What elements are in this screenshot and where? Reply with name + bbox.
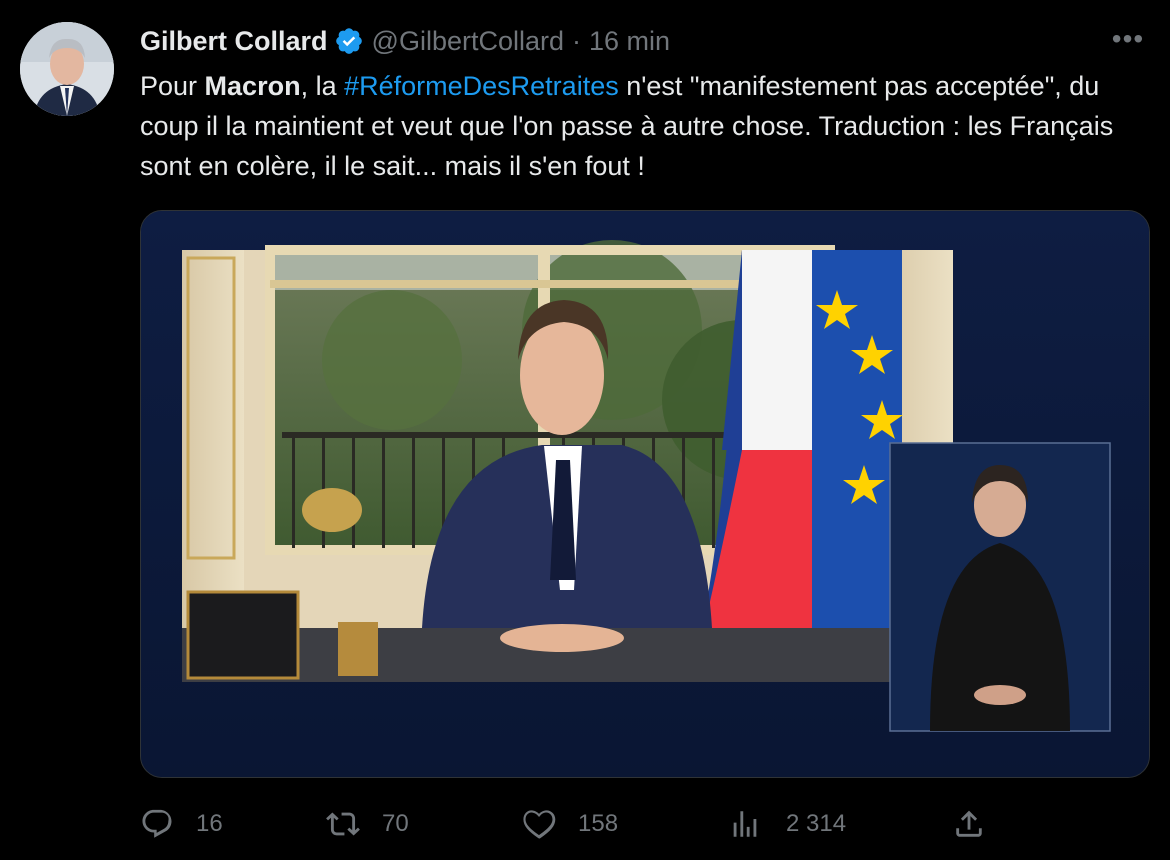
verified-badge-icon (335, 28, 362, 54)
action-bar: 16 70 158 2 314 (0, 800, 1170, 850)
heart-icon (523, 810, 556, 839)
views-button[interactable]: 2 314 (728, 804, 846, 844)
share-button[interactable] (952, 804, 986, 844)
retweet-button[interactable]: 70 (326, 804, 409, 844)
author-name[interactable]: Gilbert Collard (140, 24, 328, 58)
text-bold: Macron (204, 71, 301, 101)
media-image[interactable] (140, 210, 1150, 778)
reply-icon (142, 809, 172, 838)
share-icon (956, 810, 982, 837)
avatar[interactable] (20, 22, 114, 116)
text-segment: Pour (140, 71, 205, 101)
views-count: 2 314 (786, 810, 847, 837)
text-segment: , la (300, 71, 345, 101)
author-handle[interactable]: @GilbertCollard (372, 24, 564, 58)
like-button[interactable]: 158 (522, 804, 618, 844)
hashtag-link[interactable]: #RéformeDesRetraites (344, 71, 619, 101)
views-icon (733, 811, 757, 837)
avatar-image (20, 22, 114, 116)
more-icon[interactable]: ••• (1108, 22, 1148, 62)
like-count: 158 (578, 810, 619, 837)
tweet-header: Gilbert Collard @GilbertCollard · 16 min (140, 24, 670, 58)
reply-count: 16 (196, 810, 223, 837)
timestamp[interactable]: 16 min (589, 24, 670, 58)
retweet-count: 70 (382, 810, 409, 837)
reply-button[interactable]: 16 (140, 804, 223, 844)
video-still (141, 211, 1149, 777)
retweet-icon (326, 812, 360, 836)
tweet-text: Pour Macron, la #RéformeDesRetraites n'e… (140, 66, 1140, 186)
more-label: ••• (1111, 23, 1145, 54)
separator: · (572, 26, 581, 56)
